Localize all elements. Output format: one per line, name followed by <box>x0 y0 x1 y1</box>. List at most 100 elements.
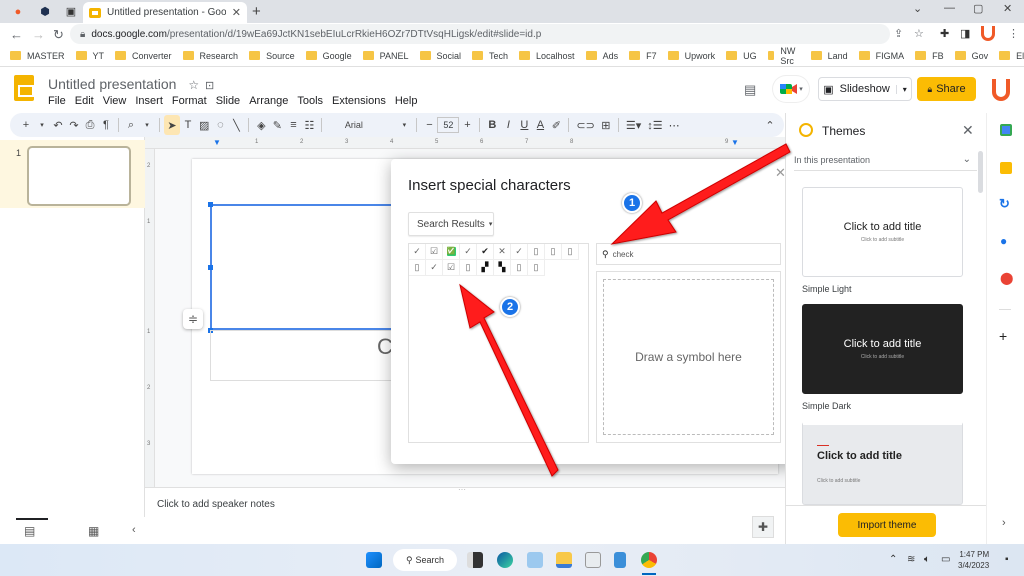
select-tool-button[interactable]: ➤ <box>164 115 180 135</box>
theme-card-simple-light[interactable]: Click to add title Click to add subtitle <box>802 187 963 277</box>
undo-button[interactable]: ↶ <box>50 115 66 135</box>
character-cell[interactable]: ▯ <box>409 260 426 276</box>
import-theme-button[interactable]: Import theme <box>838 513 936 537</box>
line-button[interactable]: ╲ <box>228 115 244 135</box>
bookmark-item[interactable]: UG <box>726 51 757 61</box>
character-cell[interactable]: ▯ <box>511 260 528 276</box>
character-cell[interactable]: ▯ <box>562 244 579 260</box>
horizontal-ruler[interactable]: ▼ 1 2 3 4 5 6 7 8 9 ▼ <box>145 137 785 149</box>
draw-symbol-canvas[interactable]: Draw a symbol here <box>603 279 774 435</box>
bookmark-item[interactable]: Converter <box>115 51 172 61</box>
minimize-button[interactable]: — <box>944 2 955 14</box>
bookmark-item[interactable]: FB <box>915 51 944 61</box>
character-search-input[interactable]: ⚲ check <box>596 243 781 265</box>
extensions-icon[interactable]: ✚ <box>940 27 949 40</box>
character-cell[interactable]: ✅ <box>443 244 460 260</box>
character-cell[interactable]: ✓ <box>511 244 528 260</box>
bookmark-item[interactable]: Source <box>249 51 295 61</box>
zoom-button[interactable]: ⌕ <box>123 115 139 135</box>
browser-menu-icon[interactable]: ⋮ <box>1008 27 1019 40</box>
side-panel-icon[interactable]: ◨ <box>960 27 970 40</box>
menu-slide[interactable]: Slide <box>216 95 240 107</box>
menu-help[interactable]: Help <box>395 95 418 107</box>
character-cell[interactable]: ▯ <box>460 260 477 276</box>
font-family-select[interactable]: Arial <box>326 115 378 135</box>
character-cell[interactable]: ✓ <box>409 244 426 260</box>
maps-icon[interactable]: ⬤ <box>1000 271 1013 285</box>
wifi-icon[interactable]: ≋ <box>907 554 915 565</box>
grid-view-icon[interactable]: ▦ <box>88 524 99 538</box>
insert-image-button[interactable]: ▨ <box>196 115 212 135</box>
system-clock[interactable]: 1:47 PM 3/4/2023 <box>958 549 989 571</box>
theme-card-streamline[interactable]: Click to add title Click to add subtitle <box>802 421 963 505</box>
more-button[interactable]: ⋯ <box>666 115 683 135</box>
menu-arrange[interactable]: Arrange <box>249 95 288 107</box>
bookmark-item[interactable]: PANEL <box>362 51 409 61</box>
redo-button[interactable]: ↷ <box>66 115 82 135</box>
add-comment-button[interactable]: ⊞ <box>598 115 614 135</box>
highlight-color-button[interactable]: ✐ <box>548 115 564 135</box>
move-folder-icon[interactable]: ⊡ <box>205 80 214 92</box>
category-dropdown[interactable]: Search Results ▾ <box>408 212 494 236</box>
themes-section-dropdown[interactable]: In this presentation ⌄ <box>794 149 977 171</box>
collapse-menus-icon[interactable]: ⌃ <box>762 115 778 135</box>
menu-extensions[interactable]: Extensions <box>332 95 386 107</box>
meet-button[interactable]: ▾ <box>773 76 809 102</box>
bookmark-item[interactable]: Gov <box>954 51 988 61</box>
character-cell[interactable]: ▯ <box>528 244 545 260</box>
bold-button[interactable]: B <box>484 115 500 135</box>
shape-button[interactable]: ◌ <box>212 115 228 135</box>
share-button[interactable]: 🔒︎ Share <box>917 77 976 101</box>
close-window-button[interactable]: ✕ <box>1003 2 1012 15</box>
themes-scrollbar[interactable] <box>978 151 983 193</box>
bookmark-item[interactable]: MASTER <box>10 51 65 61</box>
decrease-font-size-button[interactable]: − <box>421 115 437 135</box>
maximize-button[interactable]: ▢ <box>973 2 983 15</box>
underline-button[interactable]: U <box>516 115 532 135</box>
character-cell[interactable]: ☑ <box>426 244 443 260</box>
theme-card-simple-dark[interactable]: Click to add title Click to add subtitle <box>802 304 963 394</box>
bookmark-item[interactable]: Tech <box>472 51 508 61</box>
zoom-dropdown[interactable]: ▾ <box>139 115 155 135</box>
align-button[interactable]: ☰▾ <box>623 115 644 135</box>
comments-icon[interactable]: ▤ <box>744 82 756 98</box>
back-button[interactable]: ← <box>10 27 23 42</box>
new-slide-layout-dropdown[interactable]: ▾ <box>34 115 50 135</box>
increase-font-size-button[interactable]: + <box>459 115 475 135</box>
reload-button[interactable]: ↻ <box>53 27 64 43</box>
italic-button[interactable]: I <box>500 115 516 135</box>
close-tab-icon[interactable]: ✕ <box>232 6 241 19</box>
explore-button[interactable]: ✚ <box>752 516 774 538</box>
new-slide-button[interactable]: + <box>18 115 34 135</box>
bookmark-item[interactable]: Elementor <box>999 51 1024 61</box>
print-button[interactable]: ⎙ <box>82 115 98 135</box>
bookmark-item[interactable]: NW Src <box>767 46 800 66</box>
bookmark-star-icon[interactable]: ☆ <box>914 27 924 40</box>
pinned-tab-icon[interactable]: ⬢ <box>36 3 54 20</box>
character-cell[interactable]: ✓ <box>460 244 477 260</box>
start-menu-icon[interactable] <box>366 552 382 568</box>
close-themes-button[interactable]: ✕ <box>962 122 974 139</box>
bookmark-item[interactable]: Ads <box>585 51 618 61</box>
insert-link-button[interactable]: ⊂⊃ <box>573 115 597 135</box>
resize-handle[interactable] <box>208 265 213 270</box>
character-cell[interactable]: ▯ <box>545 244 562 260</box>
share-page-icon[interactable]: ⇪ <box>894 27 903 40</box>
draw-symbol-area[interactable]: Draw a symbol here <box>596 271 781 443</box>
notes-resize-handle[interactable]: ⋯ <box>458 485 466 494</box>
menu-format[interactable]: Format <box>172 95 207 107</box>
forward-button[interactable]: → <box>32 27 45 42</box>
character-cell[interactable]: ✕ <box>494 244 511 260</box>
document-title[interactable]: Untitled presentation ☆ ⊡ <box>48 76 214 92</box>
menu-tools[interactable]: Tools <box>297 95 323 107</box>
tab-search-icon[interactable]: ⌄ <box>913 2 922 15</box>
taskbar-search[interactable]: ⚲ Search <box>393 549 457 571</box>
account-avatar[interactable] <box>992 79 1010 101</box>
menu-insert[interactable]: Insert <box>135 95 163 107</box>
character-cell[interactable]: ✓ <box>426 260 443 276</box>
speaker-notes-placeholder[interactable]: Click to add speaker notes <box>157 499 275 510</box>
font-dropdown-icon[interactable]: ▾ <box>396 115 412 135</box>
slideshow-button[interactable]: ▣ Slideshow ▾ <box>818 77 912 101</box>
vertical-ruler[interactable]: 2 1 1 2 3 <box>145 149 155 487</box>
profile-extension-icon[interactable] <box>981 26 995 41</box>
